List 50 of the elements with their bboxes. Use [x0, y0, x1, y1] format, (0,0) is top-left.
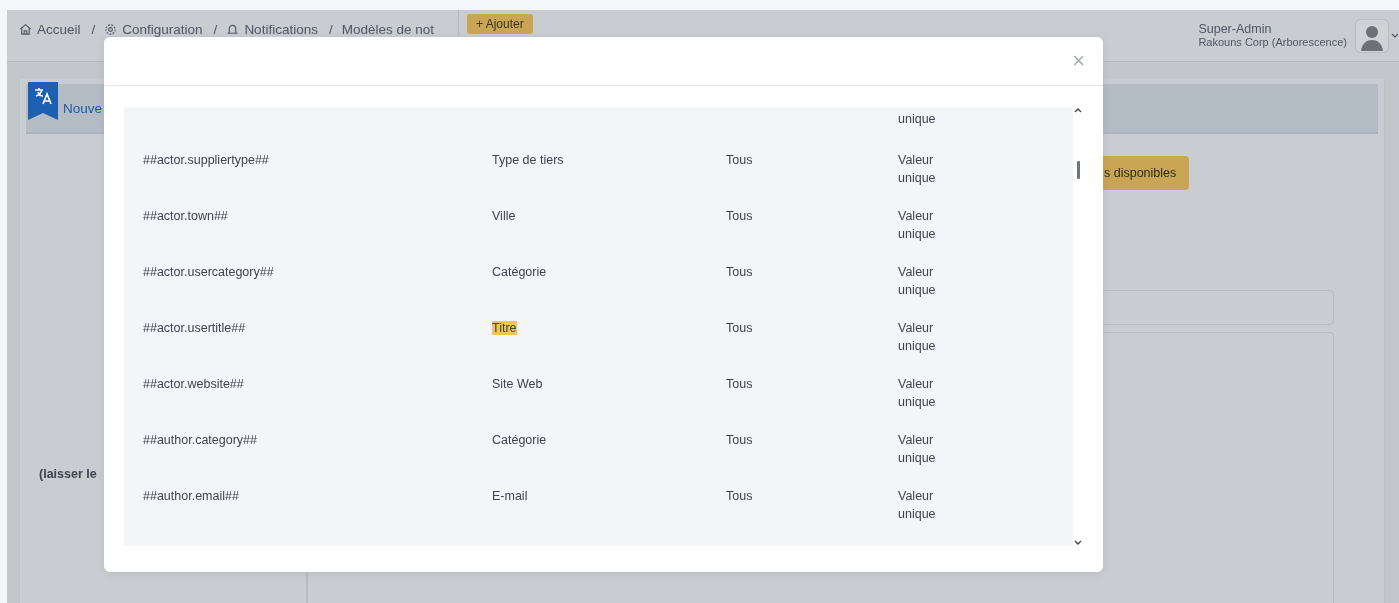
bell-icon — [226, 23, 240, 36]
table-cell-text: Valeur unique — [898, 264, 936, 299]
table-cell: Tous — [726, 377, 753, 391]
table-cell: E-mail — [492, 489, 528, 503]
scroll-down-icon[interactable] — [1074, 540, 1082, 546]
breadcrumb-separator: / — [91, 22, 96, 37]
table-cell-text: Valeur unique — [898, 152, 936, 187]
user-name: Super-Admin — [1198, 21, 1273, 36]
table-cell-text: Valeur unique — [898, 432, 936, 467]
avatar-icon[interactable] — [1355, 18, 1389, 53]
table-cell: ##actor.usercategory## — [143, 265, 274, 279]
breadcrumb-link[interactable]: Accueil — [37, 22, 81, 37]
add-button[interactable]: + Ajouter — [467, 13, 533, 34]
table-cell: Tous — [726, 209, 753, 223]
field-label: (laisser le — [39, 467, 97, 481]
table-cell: Titre — [492, 321, 517, 335]
table-cell: Tous — [726, 489, 753, 503]
table-cell-text: Valeur unique — [898, 376, 936, 411]
breadcrumb-link[interactable]: Configuration — [122, 22, 203, 37]
table-cell-text: unique — [898, 111, 936, 128]
table-cell: Tous — [726, 265, 753, 279]
table-cell: Tous — [726, 321, 753, 335]
chevron-down-icon[interactable] — [1391, 32, 1399, 39]
table-cell: Site Web — [492, 377, 543, 391]
table-cell: ##actor.usertitle## — [143, 321, 246, 335]
table-cell: Tous — [726, 433, 753, 447]
table-cell-text: Valeur unique — [898, 320, 936, 355]
breadcrumb-link[interactable]: Modèles de not — [341, 22, 434, 37]
breadcrumb-separator: / — [213, 22, 218, 37]
table-cell: Tous — [726, 153, 753, 167]
table-cell-text: Valeur unique — [898, 488, 936, 523]
breadcrumb-link[interactable]: Notifications — [244, 22, 318, 37]
table-cell: Catégorie — [492, 433, 547, 447]
table-cell: Catégorie — [492, 265, 547, 279]
scroll-up-icon[interactable] — [1074, 107, 1082, 113]
table-cell: Ville — [492, 209, 516, 223]
organization-name: Rakouns Corp (Arborescence) — [1198, 35, 1347, 48]
table-cell: ##author.email## — [143, 489, 239, 503]
breadcrumb-separator: / — [328, 22, 333, 37]
table-cell: ##actor.town## — [143, 209, 228, 223]
table-cell: Type de tiers — [492, 153, 564, 167]
table-cell: ##author.category## — [143, 433, 257, 447]
translate-bookmark-icon — [28, 82, 58, 120]
settings-icon — [104, 23, 118, 36]
scrollbar-thumb[interactable] — [1076, 161, 1080, 179]
table-cell: ##actor.website## — [143, 377, 244, 391]
table-cell: ##actor.suppliertype## — [143, 153, 269, 167]
home-icon — [19, 23, 32, 36]
card-title: Nouve — [63, 100, 103, 116]
table-cell-text: Valeur unique — [898, 208, 936, 243]
